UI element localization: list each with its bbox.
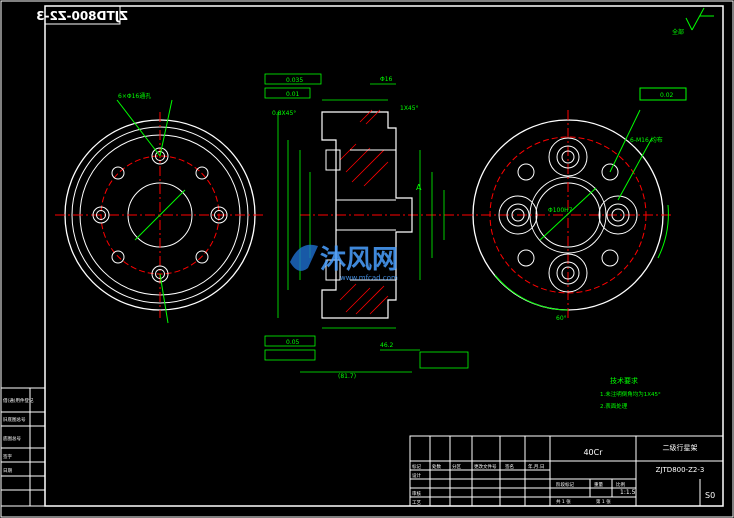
header-cell-5: 签名 [505, 463, 514, 470]
note-2: 2.表面处理 [600, 402, 628, 410]
side-table [0, 387, 46, 507]
chamfer-dim-2: 1X45° [400, 105, 419, 112]
side-row-1: 借(通)用件登记 [3, 397, 34, 404]
drawing-number: ZJTD800-Z2-3 [656, 466, 705, 474]
center-dia: Φ100H7 [548, 207, 573, 214]
flatness-right: 0.02 [660, 92, 674, 99]
holes-note: 6×Φ16通孔 [118, 92, 151, 100]
roughness-symbol: 全部 [672, 7, 714, 36]
header-cell-2: 处数 [432, 463, 441, 470]
logo-text: 沐风网 [320, 245, 398, 275]
header-cell-3: 分区 [452, 463, 461, 470]
notes-title: 技术要求 [610, 376, 638, 385]
length-dim-1: (81.7) [338, 373, 356, 380]
side-row-3: 底图总号 [3, 435, 21, 442]
left-view: 6×Φ16通孔 [55, 92, 265, 324]
note-1: 1.未注明倒角均为1X45° [600, 390, 661, 398]
cad-drawing: ZJTD800-Z2-3 全部 6×Φ16通孔 0.035 0.01 0.05 … [0, 0, 734, 518]
drawing-canvas: ZJTD800-Z2-3 全部 6×Φ16通孔 0.035 0.01 0.05 … [0, 0, 734, 518]
mirrored-drawing-code: ZJTD800-Z2-3 [36, 9, 128, 23]
scale-value: 1:1.5 [620, 489, 636, 496]
roughness-label: 全部 [672, 28, 684, 36]
row-process: 工艺 [412, 500, 421, 506]
part-name: 二级行星架 [663, 443, 698, 452]
side-row-2: 旧底图总号 [3, 416, 26, 423]
scale-label: 比例 [616, 481, 625, 488]
weight-label: 重量 [594, 481, 603, 488]
sheet-index: 第 1 张 [596, 498, 611, 505]
diameter-dim: Φ16 [380, 76, 393, 83]
header-cell-1: 标记 [412, 463, 421, 470]
flatness-value-1: 0.035 [286, 77, 303, 84]
row-design: 设计 [412, 472, 421, 479]
chamfer-dim-1: 0.8X45° [272, 110, 296, 117]
sheets-total: 共 1 张 [556, 498, 571, 505]
header-cell-6: 年.月.日 [528, 463, 544, 470]
side-row-4: 签字 [3, 453, 12, 460]
side-row-5: 日期 [3, 468, 12, 474]
sheet-code: S0 [705, 491, 715, 500]
material: 40Cr [583, 448, 603, 457]
length-dim-2: 46.2 [380, 342, 394, 349]
header-cell-4: 更改文件号 [474, 463, 497, 470]
section-view: 0.035 0.01 0.05 0.8X45° 1X45° (81.7) 46.… [264, 73, 470, 380]
datum-a: A [416, 183, 422, 192]
tolerance-value: 0.05 [286, 339, 300, 346]
right-view: 0.02 6-M16 均布 60° Φ100H7 [463, 87, 687, 322]
logo-url: www.mfcad.com [340, 274, 398, 282]
flatness-value-2: 0.01 [286, 91, 300, 98]
watermark-logo: 沐风网 www.mfcad.com [290, 244, 398, 282]
tech-notes: 技术要求 1.未注明倒角均为1X45° 2.表面处理 [600, 376, 661, 410]
holes-right-note: 6-M16 均布 [630, 136, 663, 144]
stage-label: 阶段标记 [556, 481, 574, 488]
row-review: 审核 [412, 490, 421, 497]
angle-dim: 60° [556, 315, 567, 322]
